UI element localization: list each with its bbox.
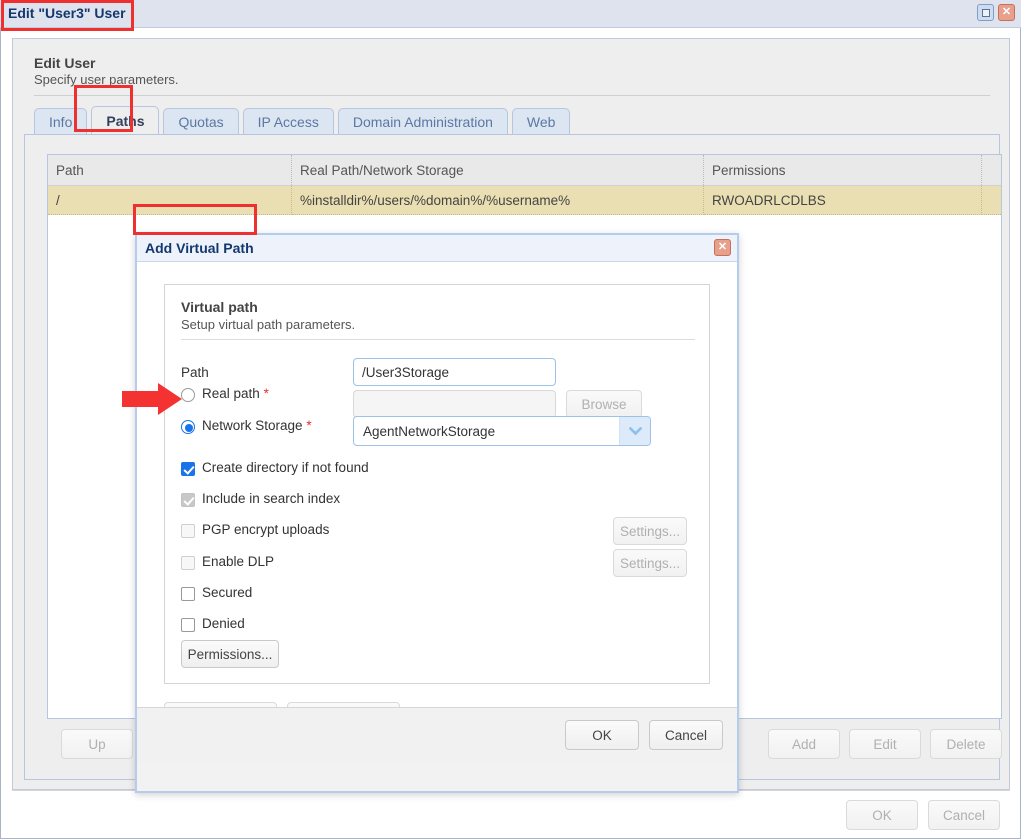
path-label: Path — [181, 365, 209, 380]
modal-cancel-button[interactable]: Cancel — [649, 720, 723, 750]
checkbox-create-directory[interactable] — [181, 462, 195, 476]
checkbox-include-search-index[interactable] — [181, 493, 195, 507]
grid-header-row: Path Real Path/Network Storage Permissio… — [48, 155, 1001, 186]
page-title: Edit User — [34, 55, 96, 71]
network-storage-radio[interactable] — [181, 420, 195, 434]
tab-paths[interactable]: Paths — [91, 106, 160, 135]
grid-header-extra — [982, 155, 1001, 185]
up-button[interactable]: Up — [61, 729, 133, 759]
cell-real-path: %installdir%/users/%domain%/%username% — [292, 186, 704, 215]
table-row[interactable]: / %installdir%/users/%domain%/%username%… — [48, 186, 1001, 215]
checkbox-enable-dlp[interactable] — [181, 556, 195, 570]
checkbox-create-directory-label: Create directory if not found — [202, 460, 369, 475]
dlp-settings-button[interactable]: Settings... — [613, 549, 687, 577]
network-storage-label-text: Network Storage — [202, 418, 303, 433]
chevron-down-icon[interactable] — [619, 417, 650, 445]
modal-title: Add Virtual Path — [145, 240, 254, 256]
pgp-settings-button[interactable]: Settings... — [613, 517, 687, 545]
app-root: Edit "User3" User ✕ Edit User Specify us… — [0, 0, 1021, 839]
network-storage-label: Network Storage * — [202, 418, 312, 433]
modal-body: Virtual path Setup virtual path paramete… — [137, 262, 737, 762]
checkbox-enable-dlp-label: Enable DLP — [202, 554, 275, 569]
edit-button[interactable]: Edit — [849, 729, 921, 759]
delete-button[interactable]: Delete — [930, 729, 1002, 759]
checkbox-secured[interactable] — [181, 587, 195, 601]
tab-domain-administration[interactable]: Domain Administration — [337, 108, 508, 135]
modal-ok-button[interactable]: OK — [565, 720, 639, 750]
checkbox-include-search-index-label: Include in search index — [202, 491, 341, 506]
add-virtual-path-dialog: Add Virtual Path ✕ Virtual path Setup vi… — [135, 233, 739, 793]
checkbox-denied[interactable] — [181, 618, 195, 632]
grid-header-path[interactable]: Path — [48, 155, 292, 185]
grid-header-permissions[interactable]: Permissions — [704, 155, 982, 185]
modal-footer-buttons: OK Cancel — [565, 720, 723, 750]
checkbox-denied-label: Denied — [202, 616, 245, 631]
modal-close-icon[interactable]: ✕ — [714, 239, 731, 256]
restore-glyph — [981, 8, 990, 17]
card-divider — [181, 339, 695, 340]
cell-permissions: RWOADRLCDLBS — [704, 186, 982, 215]
real-path-input[interactable] — [353, 390, 556, 418]
header-divider — [34, 95, 990, 96]
network-storage-value: AgentNetworkStorage — [363, 423, 496, 439]
tab-ip-access[interactable]: IP Access — [242, 108, 334, 135]
grid-toolbar-right: Add Edit Delete — [768, 729, 1002, 759]
add-button[interactable]: Add — [768, 729, 840, 759]
page-subtitle: Specify user parameters. — [34, 72, 179, 87]
network-storage-required-mark: * — [306, 418, 312, 433]
network-storage-select[interactable]: AgentNetworkStorage — [353, 416, 651, 446]
window-title: Edit "User3" User — [8, 5, 126, 21]
modal-footer: OK Cancel — [137, 707, 737, 763]
grid-header-real-path[interactable]: Real Path/Network Storage — [292, 155, 704, 185]
tab-info[interactable]: Info — [34, 108, 88, 135]
checkbox-pgp-encrypt-uploads-label: PGP encrypt uploads — [202, 522, 330, 537]
window-footer: OK Cancel — [12, 790, 1010, 838]
modal-titlebar: Add Virtual Path ✕ — [137, 235, 737, 262]
real-path-label-text: Real path — [202, 386, 260, 401]
close-icon[interactable]: ✕ — [998, 4, 1015, 21]
card-title: Virtual path — [181, 299, 258, 315]
cell-extra — [982, 186, 1001, 215]
real-path-radio[interactable] — [181, 388, 195, 402]
virtual-path-card: Virtual path Setup virtual path paramete… — [164, 284, 710, 684]
window-footer-buttons: OK Cancel — [845, 800, 1000, 830]
path-input[interactable]: /User3Storage — [353, 358, 556, 386]
window-titlebar: Edit "User3" User ✕ — [0, 0, 1021, 28]
tab-quotas[interactable]: Quotas — [163, 108, 239, 135]
permissions-button[interactable]: Permissions... — [181, 640, 279, 668]
checkbox-secured-label: Secured — [202, 585, 253, 600]
checkbox-pgp-encrypt-uploads[interactable] — [181, 524, 195, 538]
tabstrip: Info Paths Quotas IP Access Domain Admin… — [34, 106, 574, 135]
real-path-required-mark: * — [263, 386, 269, 401]
tab-web[interactable]: Web — [511, 108, 571, 135]
window-ok-button[interactable]: OK — [845, 800, 918, 830]
window-controls: ✕ — [977, 4, 1015, 21]
restore-icon[interactable] — [977, 4, 994, 21]
real-path-label: Real path * — [202, 386, 269, 401]
close-glyph: ✕ — [1001, 6, 1012, 18]
window-body: Edit User Specify user parameters. Info … — [0, 28, 1021, 839]
window-cancel-button[interactable]: Cancel — [927, 800, 1000, 830]
cell-path: / — [48, 186, 292, 215]
browse-button[interactable]: Browse — [566, 390, 642, 418]
card-subtitle: Setup virtual path parameters. — [181, 317, 356, 332]
